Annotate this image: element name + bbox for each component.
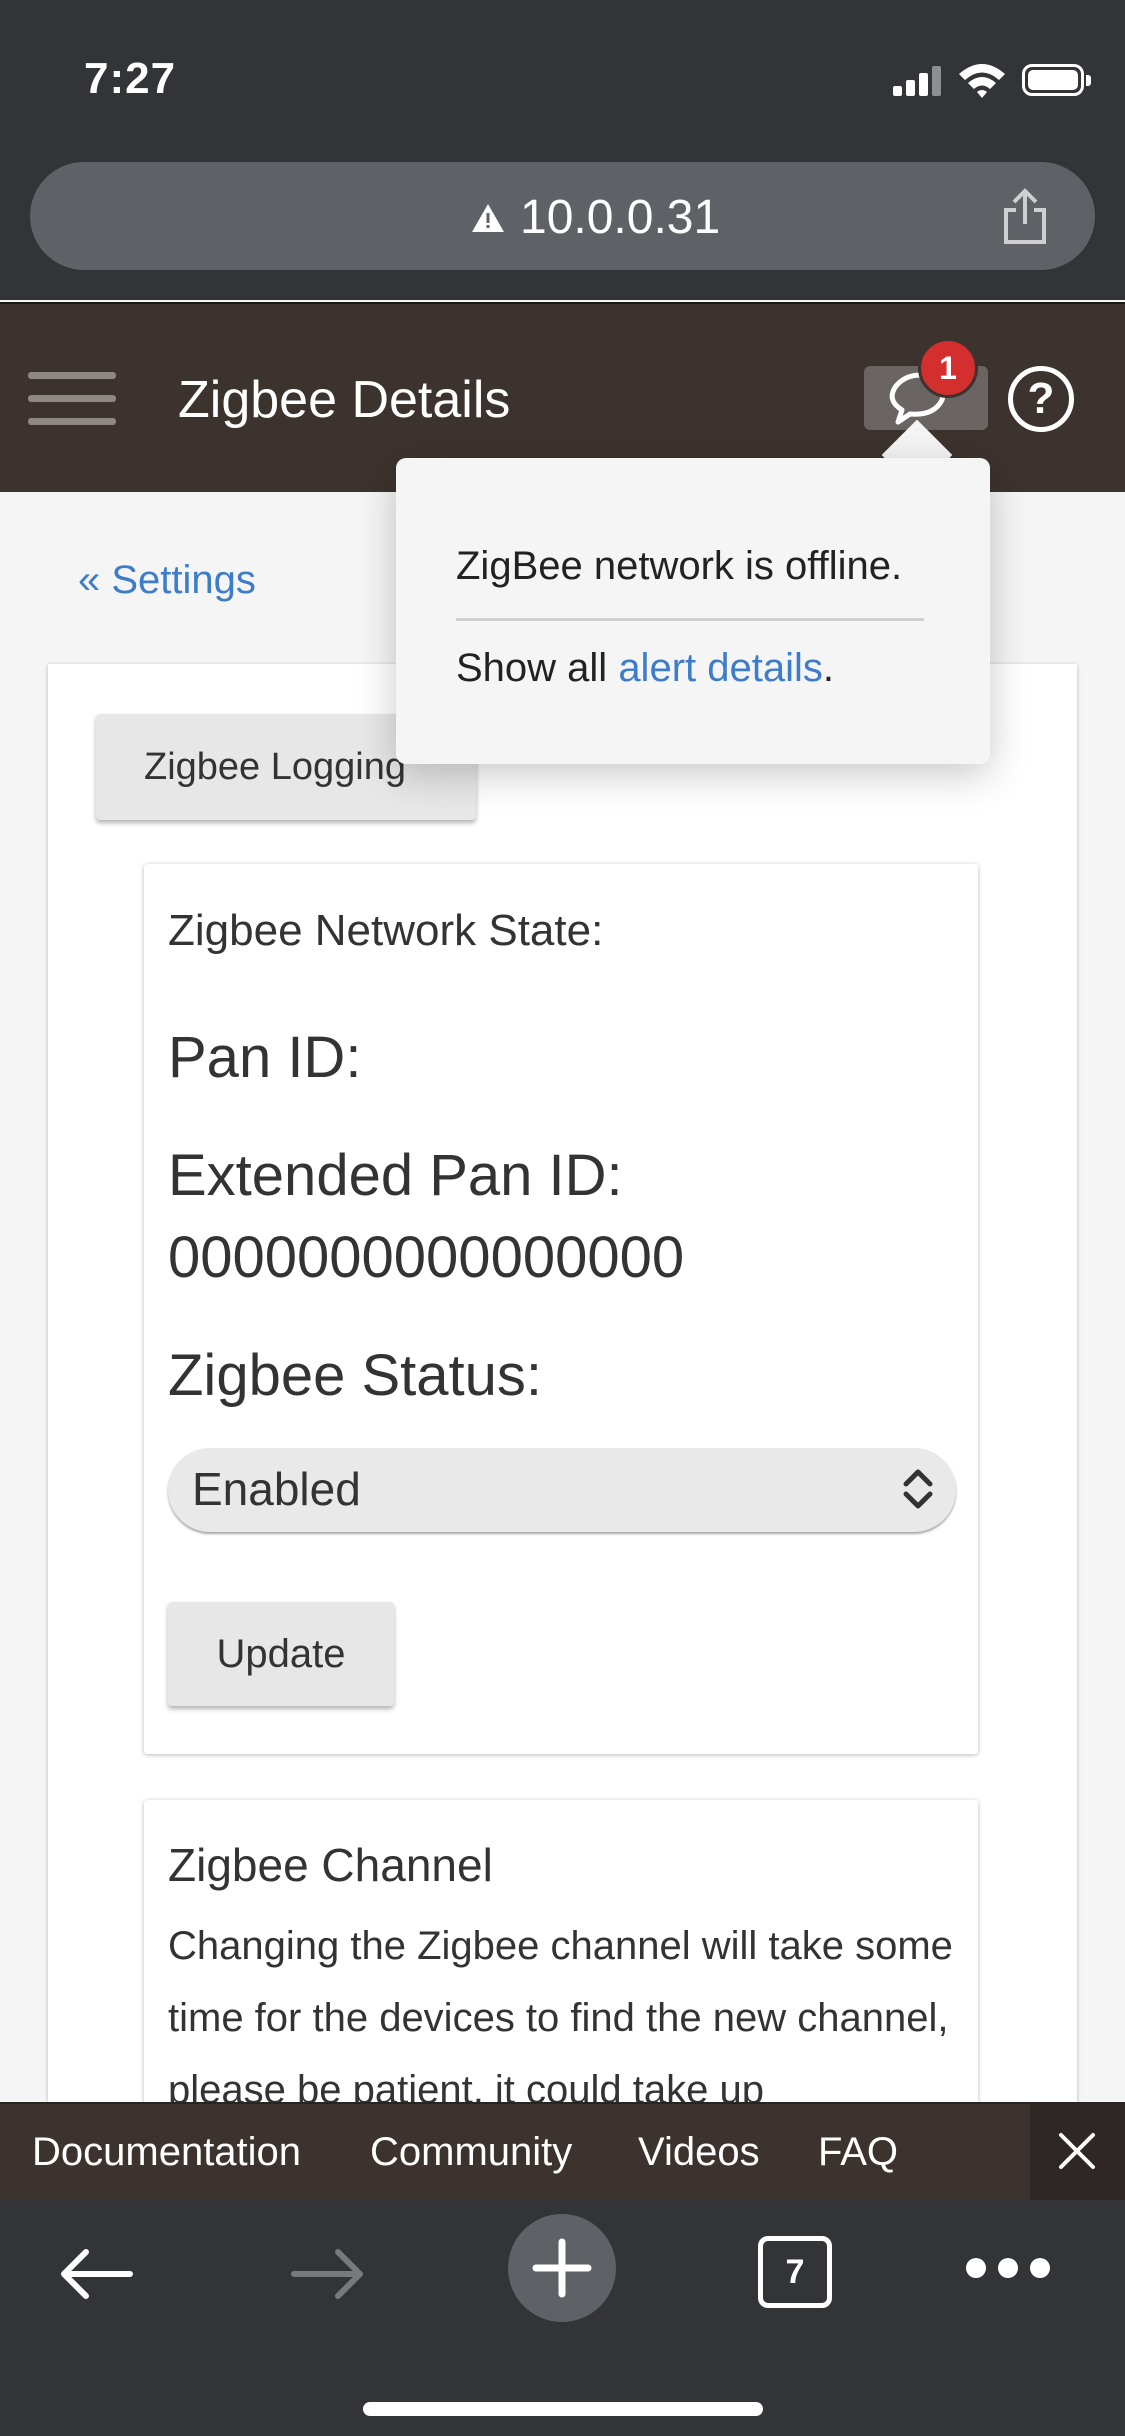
alert-details-suffix: . (822, 646, 834, 690)
update-button[interactable]: Update (168, 1602, 394, 1706)
wifi-icon (959, 64, 1005, 98)
plus-icon (532, 2238, 592, 2298)
address-bar[interactable]: 10.0.0.31 (30, 162, 1095, 270)
alert-details-line: Show all alert details. (456, 646, 834, 691)
alert-popover: ZigBee network is offline. Show all aler… (396, 458, 990, 764)
zigbee-status-label: Zigbee Status: (168, 1343, 542, 1408)
network-state-card: Zigbee Network State: Pan ID: Extended P… (144, 864, 978, 1754)
alert-message: ZigBee network is offline. (456, 544, 903, 588)
status-time: 7:27 (84, 54, 177, 103)
zigbee-status-selected-value: Enabled (192, 1463, 361, 1515)
footer-links-bar: Documentation Community Videos FAQ (0, 2102, 1125, 2200)
new-tab-button[interactable] (508, 2214, 616, 2322)
zigbee-channel-card: Zigbee Channel Changing the Zigbee chann… (144, 1800, 978, 2102)
network-state-label: Zigbee Network State: (168, 906, 604, 955)
cellular-signal-icon (893, 66, 941, 96)
pan-id-label: Pan ID: (168, 1025, 362, 1090)
footer-link-faq[interactable]: FAQ (818, 2130, 898, 2175)
zigbee-details-card: Zigbee Logging Zigbee Network State: Pan… (48, 664, 1077, 2102)
browser-address-area: 10.0.0.31 (0, 150, 1125, 300)
page-title: Zigbee Details (178, 371, 511, 429)
extended-pan-id-label: Extended Pan ID: (168, 1143, 623, 1208)
channel-description: Changing the Zigbee channel will take so… (168, 1924, 953, 2102)
tabs-button[interactable]: 7 (758, 2236, 832, 2308)
footer-close-button[interactable] (1030, 2104, 1125, 2200)
footer-link-community[interactable]: Community (370, 2130, 572, 2175)
select-chevron-icon (903, 1469, 933, 1509)
breadcrumb-settings-link[interactable]: « Settings (78, 558, 256, 603)
footer-link-documentation[interactable]: Documentation (32, 2130, 301, 2175)
warning-icon (472, 204, 504, 232)
more-options-icon[interactable] (966, 2258, 1050, 2280)
battery-icon (1022, 64, 1091, 96)
zigbee-status-select[interactable]: Enabled (168, 1448, 956, 1532)
alert-details-prefix: Show all (456, 646, 619, 690)
footer-link-videos[interactable]: Videos (638, 2130, 760, 2175)
popover-divider (456, 618, 924, 621)
home-indicator (363, 2402, 763, 2416)
extended-pan-id-value: 0000000000000000 (168, 1225, 685, 1290)
hamburger-menu-icon[interactable] (28, 368, 116, 428)
status-bar: 7:27 (0, 0, 1125, 150)
help-icon[interactable]: ? (1008, 366, 1074, 432)
forward-arrow-icon[interactable] (288, 2244, 368, 2304)
address-text: 10.0.0.31 (520, 191, 721, 244)
back-arrow-icon[interactable] (56, 2244, 136, 2304)
alert-details-link[interactable]: alert details (618, 646, 823, 690)
alert-count-badge: 1 (918, 338, 978, 398)
browser-toolbar: 7 (0, 2200, 1125, 2436)
channel-title: Zigbee Channel (168, 1839, 493, 1891)
share-icon[interactable] (1000, 188, 1050, 246)
close-icon (1059, 2133, 1095, 2169)
